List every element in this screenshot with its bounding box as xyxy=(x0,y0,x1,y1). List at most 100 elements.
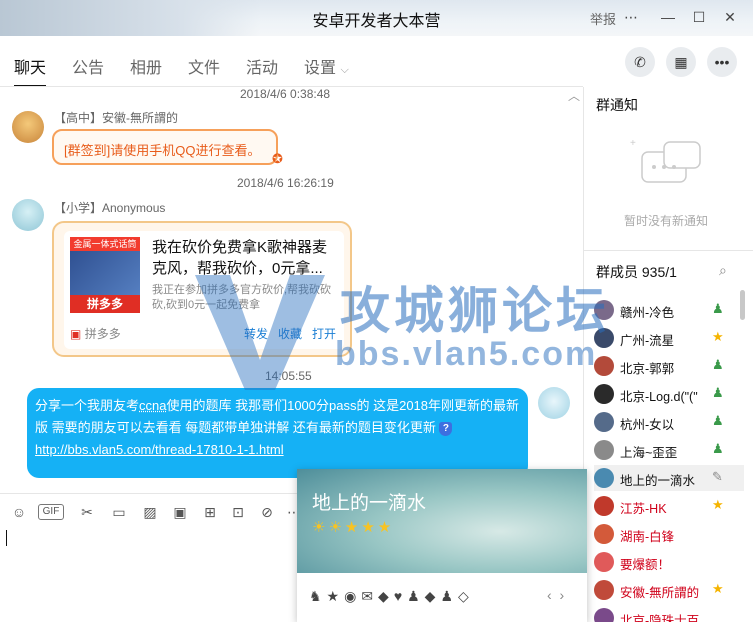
collapse-chevron-icon[interactable]: ︿ xyxy=(568,87,580,104)
member-name: 北京-Log.d("(" xyxy=(620,390,698,404)
next-arrow-icon[interactable]: › xyxy=(559,587,564,603)
member-row[interactable]: 杭州-女以 ♟ xyxy=(594,409,744,435)
member-role-icon: ♟ xyxy=(712,301,724,316)
member-name: 赣州-冷色 xyxy=(620,306,675,320)
edit-icon[interactable]: ✎ xyxy=(712,469,723,485)
member-row[interactable]: 北京-隐珠士百 xyxy=(594,605,744,622)
member-row[interactable]: 安徽-無所謂的 ★ xyxy=(594,577,744,603)
folder-icon[interactable]: ▭ xyxy=(109,502,129,522)
forward-link[interactable]: 转发 xyxy=(244,325,268,342)
member-role-icon: ♟ xyxy=(712,413,724,428)
tab-settings[interactable]: 设置 ⌵ xyxy=(304,54,349,78)
member-name: 安徽-無所謂的 xyxy=(620,586,700,600)
avatar[interactable] xyxy=(594,384,614,404)
block-icon[interactable]: ⊘ xyxy=(257,502,277,522)
member-row[interactable]: 北京-郭郭 ♟ xyxy=(594,353,744,379)
prev-arrow-icon[interactable]: ‹ xyxy=(547,587,552,603)
close-icon[interactable]: ✕ xyxy=(721,8,739,26)
member-name: 北京-郭郭 xyxy=(620,362,675,376)
avatar[interactable] xyxy=(538,387,570,419)
scissors-icon[interactable]: ✂ xyxy=(77,502,97,522)
member-row[interactable]: 上海~歪歪 ♟ xyxy=(594,437,744,463)
more-dots-icon: ••• xyxy=(714,54,730,70)
phone-call-button[interactable]: ✆ xyxy=(625,47,655,77)
gift-icon[interactable]: ⊞ xyxy=(200,502,220,522)
avatar[interactable] xyxy=(594,300,614,320)
message-sender[interactable]: 【高中】安徽-無所謂的 xyxy=(54,109,178,126)
avatar[interactable] xyxy=(594,496,614,516)
message-sender[interactable]: 【小学】Anonymous xyxy=(54,199,165,216)
member-name: 杭州-女以 xyxy=(620,418,675,432)
tab-files[interactable]: 文件 xyxy=(188,54,220,78)
member-row[interactable]: 北京-Log.d("(" ♟ xyxy=(594,381,744,407)
member-name: 广州-流星 xyxy=(620,334,675,348)
chevron-down-icon: ⌵ xyxy=(340,64,349,76)
star-badge-icon: ★ xyxy=(712,497,724,512)
gif-icon[interactable]: GIF xyxy=(38,504,64,520)
more-options-button[interactable]: ••• xyxy=(707,47,737,77)
share-card[interactable]: 金属一体式话筒 拼多多 我在砍价免费拿K歌神器麦克风，帮我砍价，0元拿... 我… xyxy=(52,221,352,357)
thumbnail-tag: 金属一体式话筒 xyxy=(70,237,140,251)
avatar[interactable] xyxy=(594,468,614,488)
message-timestamp: 2018/4/6 16:26:19 xyxy=(237,176,334,190)
share-source: ▣ 拼多多 xyxy=(70,325,121,342)
members-divider xyxy=(584,250,753,251)
chat-message-area[interactable]: 2018/4/6 0:38:48 ︿ 【高中】安徽-無所謂的 [群签到]请使用手… xyxy=(0,87,583,491)
image-icon[interactable]: ▨ xyxy=(140,502,160,522)
avatar[interactable] xyxy=(594,524,614,544)
no-notice-text: 暂时没有新通知 xyxy=(624,214,709,228)
emoji-icon[interactable]: ☺ xyxy=(9,502,29,522)
window-title: 安卓开发者大本营 xyxy=(312,13,441,30)
profile-popup: 地上的一滴水 ☀☀★★★ ♞★◉✉◆♥♟◆♟◇ ‹ › xyxy=(297,469,587,622)
message-timestamp: 14:05:55 xyxy=(265,369,312,383)
avatar[interactable] xyxy=(594,440,614,460)
member-row[interactable]: 地上的一滴水 ✎ xyxy=(594,465,744,491)
tab-settings-label: 设置 xyxy=(304,60,337,77)
more-menu-icon[interactable]: ⋯ xyxy=(622,8,640,26)
avatar[interactable] xyxy=(594,412,614,432)
group-notice-title: 群通知 xyxy=(596,97,638,113)
tab-album[interactable]: 相册 xyxy=(130,54,162,78)
signin-badge-icon: ✪ xyxy=(272,151,283,166)
screen-share-icon[interactable]: ▣ xyxy=(170,502,190,522)
share-thumbnail: 金属一体式话筒 拼多多 xyxy=(70,237,140,313)
medal-icons[interactable]: ♞★◉✉◆♥♟◆♟◇ xyxy=(309,588,474,605)
favorite-link[interactable]: 收藏 xyxy=(278,325,302,342)
share-description: 我正在参加拼多多官方砍价,帮我砍砍砍,砍到0元一起免费拿 xyxy=(152,284,332,311)
avatar[interactable] xyxy=(594,552,614,572)
open-link[interactable]: 打开 xyxy=(312,325,336,342)
empty-notice-icon: + xyxy=(624,132,714,202)
avatar[interactable] xyxy=(594,356,614,376)
share-card-body: 金属一体式话筒 拼多多 我在砍价免费拿K歌神器麦克风，帮我砍价，0元拿... 我… xyxy=(64,231,344,349)
tab-notice[interactable]: 公告 xyxy=(72,54,104,78)
security-shield-icon: ? xyxy=(439,421,453,436)
tab-chat[interactable]: 聊天 xyxy=(14,54,46,78)
member-row[interactable]: 赣州-冷色 ♟ xyxy=(594,297,744,323)
members-title: 群成员 935/1 xyxy=(596,264,677,280)
svg-text:+: + xyxy=(630,138,636,149)
avatar[interactable] xyxy=(12,111,44,143)
calendar-button[interactable]: ▦ xyxy=(666,47,696,77)
tab-activity[interactable]: 活动 xyxy=(246,54,278,78)
red-packet-icon[interactable]: ⊡ xyxy=(228,502,248,522)
report-button[interactable]: 举报 xyxy=(590,9,616,28)
member-role-icon: ♟ xyxy=(712,441,724,456)
member-row[interactable]: 广州-流星 ★ xyxy=(594,325,744,351)
member-name: 上海~歪歪 xyxy=(620,446,678,460)
message-link[interactable]: http://bbs.vlan5.com/thread-17810-1-1.ht… xyxy=(35,442,284,457)
member-row[interactable]: 要爆额！ xyxy=(594,549,744,575)
avatar[interactable] xyxy=(12,199,44,231)
member-row[interactable]: 江苏-HK ★ xyxy=(594,493,744,519)
avatar[interactable] xyxy=(594,608,614,622)
avatar[interactable] xyxy=(594,580,614,600)
maximize-icon[interactable]: ☐ xyxy=(690,8,708,26)
minimize-icon[interactable]: — xyxy=(659,8,677,26)
avatar[interactable] xyxy=(594,328,614,348)
member-scrollbar[interactable] xyxy=(740,290,745,320)
message-input[interactable] xyxy=(0,527,300,622)
member-row[interactable]: 湖南-白锋 xyxy=(594,521,744,547)
search-icon[interactable]: ⌕ xyxy=(719,262,727,279)
member-name: 地上的一滴水 xyxy=(620,474,696,488)
share-footer: ▣ 拼多多 转发 收藏 打开 xyxy=(70,323,340,343)
member-name: 要爆额！ xyxy=(620,558,671,572)
